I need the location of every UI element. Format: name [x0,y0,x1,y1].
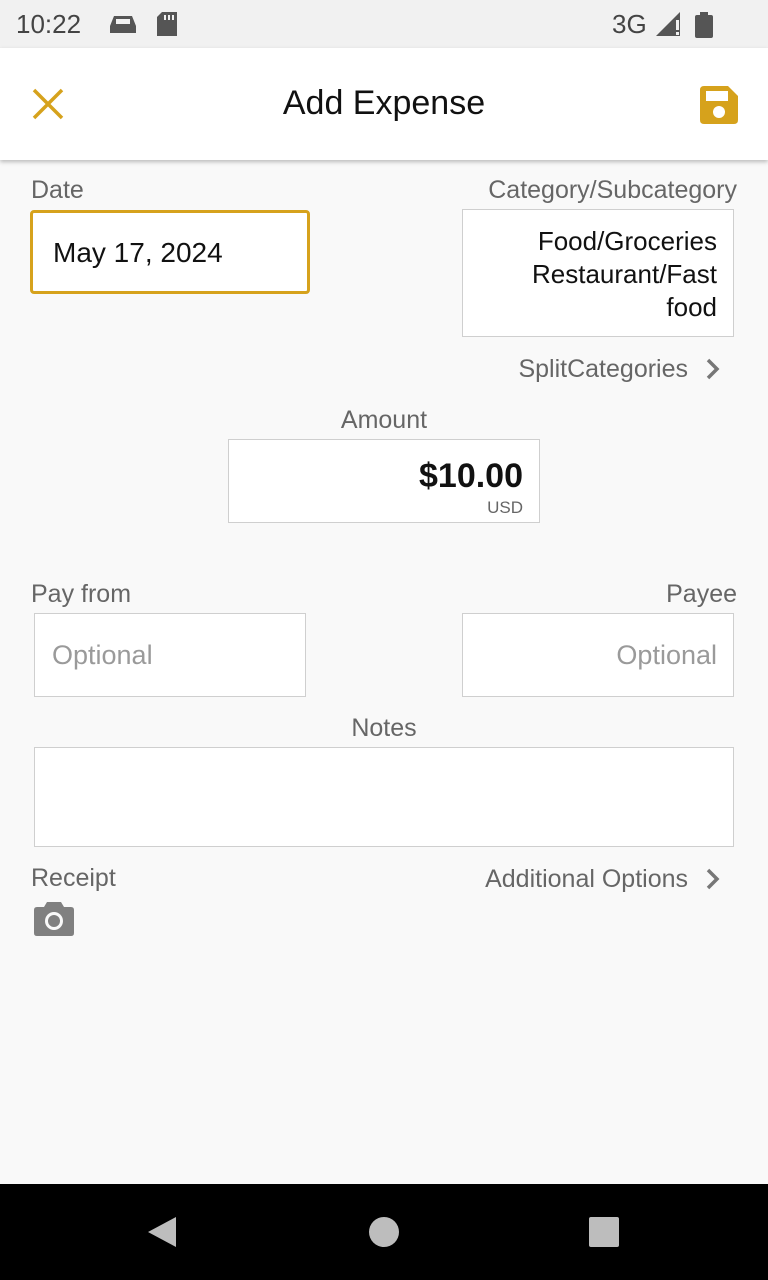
date-value: May 17, 2024 [53,237,223,268]
chevron-right-icon [706,358,720,380]
split-categories-label: SplitCategories [518,354,688,383]
pay-from-label: Pay from [31,580,132,608]
amount-field[interactable]: $10.00 USD [228,439,540,523]
split-categories-link[interactable]: SplitCategories [518,354,728,384]
page-title: Add Expense [282,84,486,122]
date-field[interactable]: May 17, 2024 [30,210,310,294]
camera-icon[interactable] [34,900,74,936]
additional-options-link[interactable]: Additional Options [485,864,728,894]
network-type: 3G [612,9,647,39]
back-icon[interactable] [146,1215,178,1249]
payee-label: Payee [666,580,737,608]
notes-field[interactable] [34,747,734,847]
sd-card-icon [157,12,177,36]
chevron-right-icon [706,868,720,890]
signal-icon [656,12,680,36]
category-line-3: food [666,292,717,322]
pay-from-field[interactable]: Optional [34,613,306,697]
notes-label: Notes [351,714,417,742]
date-label: Date [31,176,84,204]
category-field[interactable]: Food/Groceries Restaurant/Fast food [462,209,734,337]
category-line-1: Food/Groceries [537,226,717,256]
payee-placeholder: Optional [616,640,717,670]
status-time: 10:22 [16,9,82,39]
home-icon[interactable] [368,1216,400,1248]
save-icon[interactable] [700,86,738,124]
car-icon [110,16,136,33]
recents-icon[interactable] [589,1217,619,1247]
payee-field[interactable]: Optional [462,613,734,697]
receipt-label: Receipt [31,864,116,892]
pay-from-placeholder: Optional [52,640,153,670]
category-line-2: Restaurant/Fast [532,259,717,289]
amount-label: Amount [340,406,428,434]
battery-icon [695,12,713,38]
amount-value: $10.00 [419,457,523,495]
category-label: Category/Subcategory [488,176,737,204]
additional-options-label: Additional Options [485,864,688,893]
category-value: Food/Groceries Restaurant/Fast food [532,225,717,324]
currency-code: USD [487,498,523,517]
